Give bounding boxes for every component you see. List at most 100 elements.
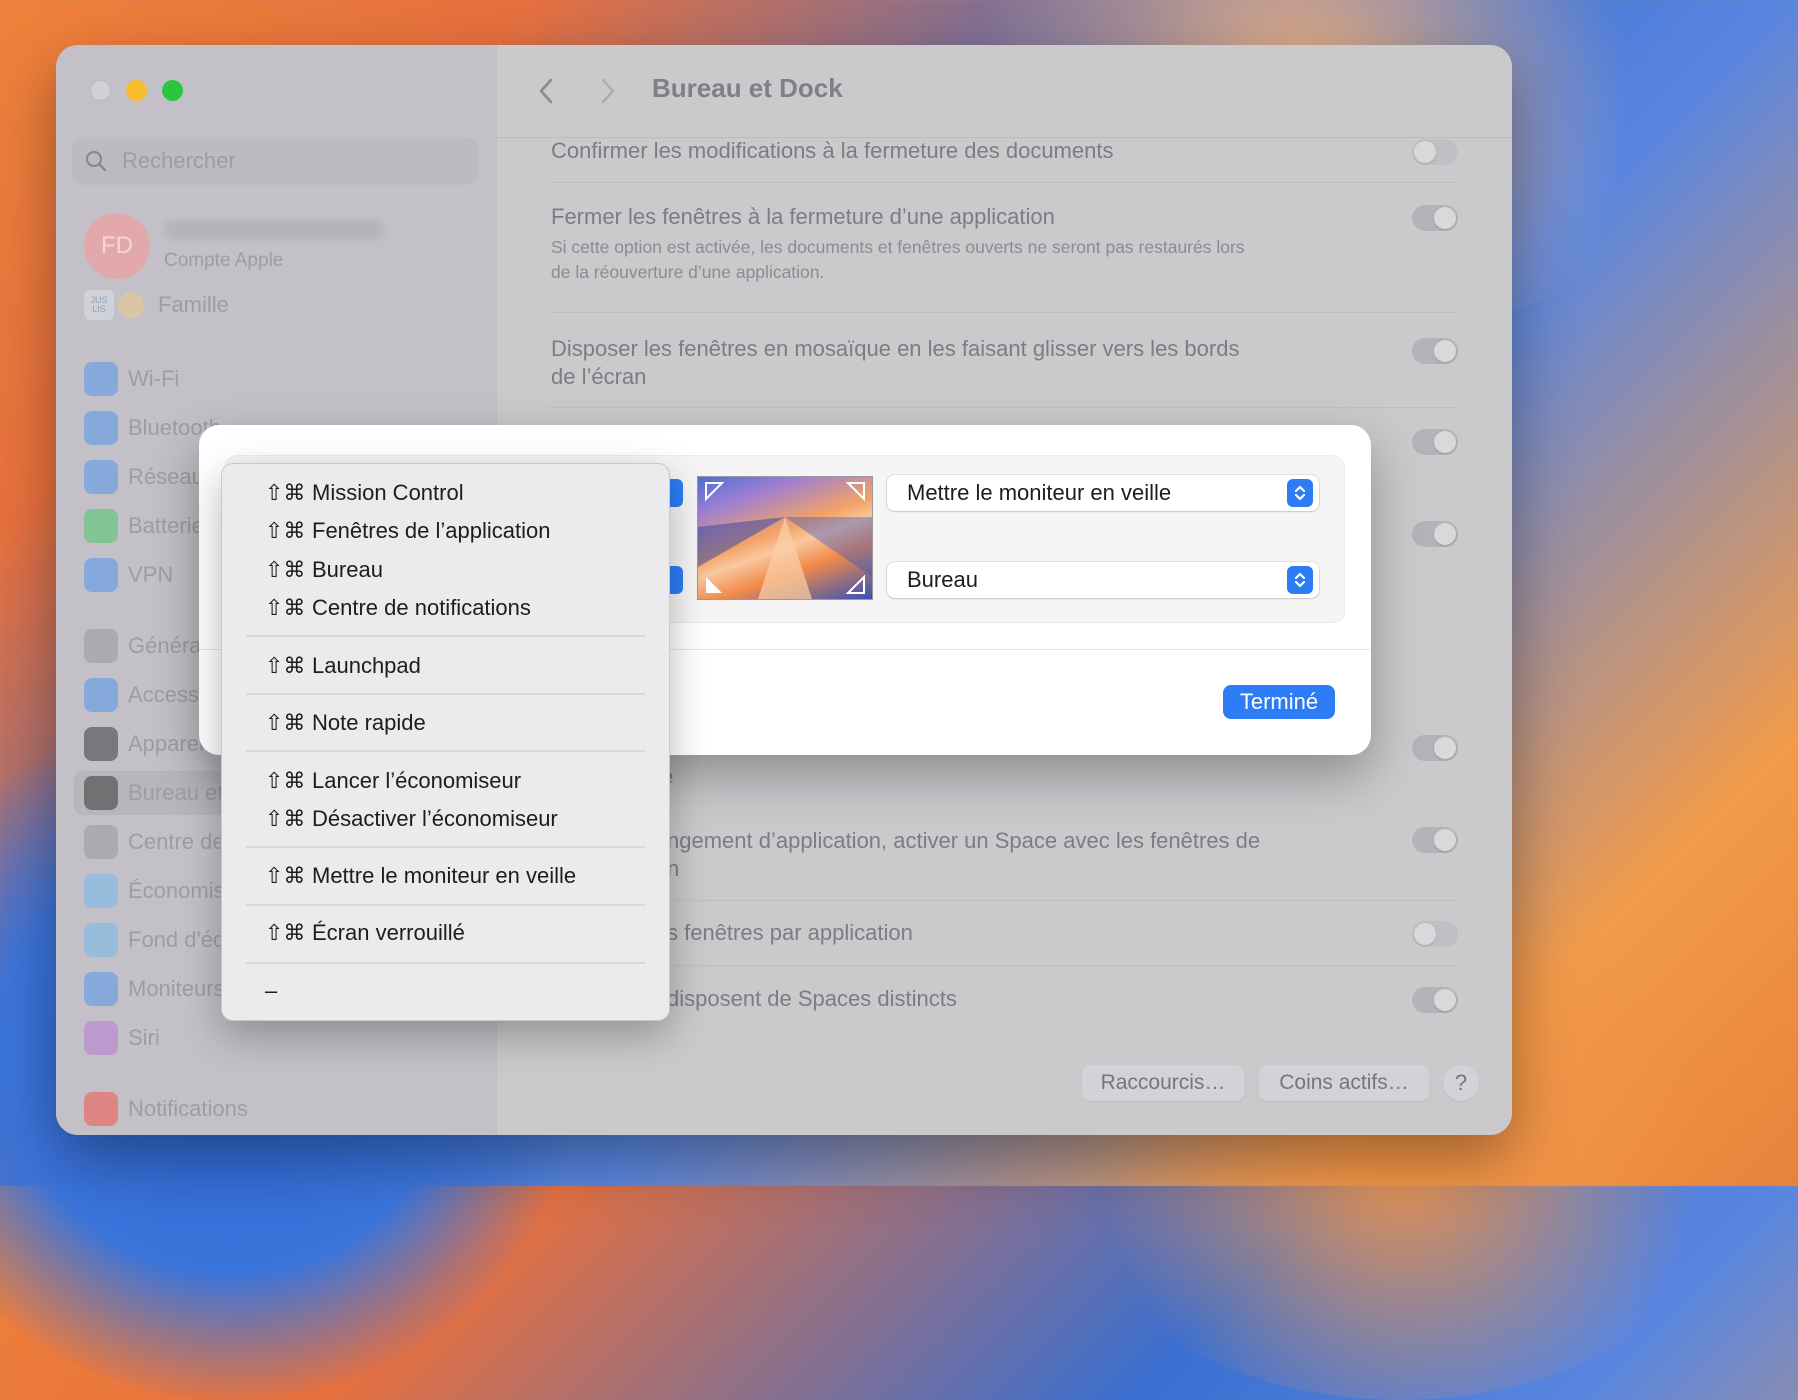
chevron-right-icon [601,78,615,104]
menu-item-label: Mettre le moniteur en veille [312,863,577,888]
toggle-switch-space[interactable] [1412,827,1458,853]
setting-label: e [661,763,1458,791]
accessibility-icon [84,678,118,712]
menu-item-label: Fenêtres de l’application [312,518,551,543]
toggle-group-windows[interactable] [1412,921,1458,947]
gear-icon [84,629,118,663]
family-member-icon [118,292,144,318]
chevron-left-icon [539,78,553,104]
toggle-separate-spaces[interactable] [1412,987,1458,1013]
account-subtitle: Compte Apple [164,250,284,271]
sidebar-item-label: VPN [128,562,174,587]
sidebar-item-wifi[interactable]: Wi-Fi [74,357,484,401]
menu-item-label: Note rapide [312,710,426,735]
sidebar-item-family[interactable]: JUS LIS Famille [84,290,229,320]
setting-label: Confirmer les modifications à la fermetu… [551,138,1114,163]
menu-separator [246,904,645,906]
sidebar-item-label: Wi-Fi [128,366,180,391]
toggle-close-windows[interactable] [1412,205,1458,231]
menu-separator [246,962,645,964]
menu-item[interactable]: ⇧⌘ Désactiver l’économiseur [265,802,558,836]
toggle-tile-windows[interactable] [1412,338,1458,364]
zoom-button[interactable] [162,80,183,101]
menu-item[interactable]: ⇧⌘ Centre de notifications [265,591,531,625]
sidebar-item-label: Moniteurs [128,976,225,1001]
sidebar-item-label: Famille [158,292,229,317]
menu-item[interactable]: ⇧⌘ Mission Control [265,476,464,510]
updown-chevron-icon [1287,479,1313,507]
setting-confirm-changes: Confirmer les modifications à la fermetu… [551,137,1458,165]
shift-command-keys: ⇧⌘ [265,480,306,505]
search-field[interactable] [72,137,478,185]
menu-item-label: Écran verrouillé [312,920,465,945]
menu-separator [246,750,645,752]
help-button[interactable]: ? [1443,1065,1479,1101]
bluetooth-icon [84,411,118,445]
screensaver-icon [84,874,118,908]
menu-item[interactable]: ⇧⌘ Fenêtres de l’application [265,514,550,548]
appearance-icon [84,727,118,761]
select-value: Bureau [907,567,978,592]
bottom-right-corner-select[interactable]: Bureau [887,562,1319,598]
page-title: Bureau et Dock [652,73,843,103]
siri-icon [84,1021,118,1055]
account-name-redacted [164,220,384,240]
menu-item[interactable]: ⇧⌘ Lancer l’économiseur [265,764,521,798]
setting-tile-windows: Disposer les fenêtres en mosaïque en les… [551,335,1458,391]
toggle-confirm-changes[interactable] [1412,139,1458,165]
done-button[interactable]: Terminé [1223,685,1335,719]
shift-command-keys: ⇧⌘ [265,557,306,582]
setting-label: Fermer les fenêtres à la fermeture d’une… [551,204,1055,229]
shift-command-keys: ⇧⌘ [265,595,306,620]
sidebar-item-label: Général [128,633,207,658]
menu-separator [246,846,645,848]
family-member-icon: JUS LIS [84,290,114,320]
menu-item-label: Centre de notifications [312,595,531,620]
setting-label: disposent de Spaces distincts [667,986,957,1011]
menu-item[interactable]: ⇧⌘ Note rapide [265,706,426,740]
bell-icon [84,1092,118,1126]
menu-item[interactable]: ⇧⌘ Launchpad [265,649,421,683]
shortcuts-button[interactable]: Raccourcis… [1082,1065,1244,1101]
hot-corners-button[interactable]: Coins actifs… [1259,1065,1429,1101]
menu-separator [246,693,645,695]
close-button[interactable] [90,80,111,101]
shift-command-keys: ⇧⌘ [265,518,306,543]
sidebar-item-siri[interactable]: Siri [74,1016,484,1060]
sidebar-item-label: Notifications [128,1096,248,1121]
menu-item[interactable]: ⇧⌘ Mettre le moniteur en veille [265,859,576,893]
search-input[interactable] [120,147,444,175]
screen-preview [697,476,873,600]
back-button[interactable] [531,75,561,107]
shift-command-keys: ⇧⌘ [265,768,306,793]
menu-item-label: Launchpad [312,653,421,678]
top-right-corner-select[interactable]: Mettre le moniteur en veille [887,475,1319,511]
sidebar-item-label: Batterie [128,513,204,538]
menu-separator [246,635,645,637]
sidebar-item-bell[interactable]: Notifications [74,1087,484,1131]
sidebar-item-label: Siri [128,1025,160,1050]
toggle-hidden-b[interactable] [1412,521,1458,547]
setting-label: Disposer les fenêtres en mosaïque en les… [551,336,1240,389]
setting-label: s fenêtres par application [667,920,913,945]
shift-command-keys: ⇧⌘ [265,653,306,678]
menu-item-none[interactable]: – [265,974,277,1008]
wallpaper-icon [84,923,118,957]
select-value: Mettre le moniteur en veille [907,480,1172,505]
menu-item-label: Désactiver l’économiseur [312,806,558,831]
shift-command-keys: ⇧⌘ [265,920,306,945]
menu-item[interactable]: ⇧⌘ Bureau [265,553,383,587]
shift-command-keys: ⇧⌘ [265,806,306,831]
setting-description: Si cette option est activée, les documen… [551,237,1245,282]
minimize-button[interactable] [126,80,147,101]
apple-account[interactable]: FD Compte Apple [84,213,384,279]
control-center-icon [84,825,118,859]
setting-close-windows: Fermer les fenêtres à la fermeture d’une… [551,203,1458,285]
hot-corner-action-menu: ⇧⌘ Mission Control ⇧⌘ Fenêtres de l’applica… [221,463,670,1021]
toggle-hidden-a[interactable] [1412,429,1458,455]
forward-button[interactable] [593,75,623,107]
menu-item-label: Bureau [312,557,383,582]
search-icon [85,150,107,172]
toggle-hidden-c[interactable] [1412,735,1458,761]
menu-item[interactable]: ⇧⌘ Écran verrouillé [265,916,465,950]
